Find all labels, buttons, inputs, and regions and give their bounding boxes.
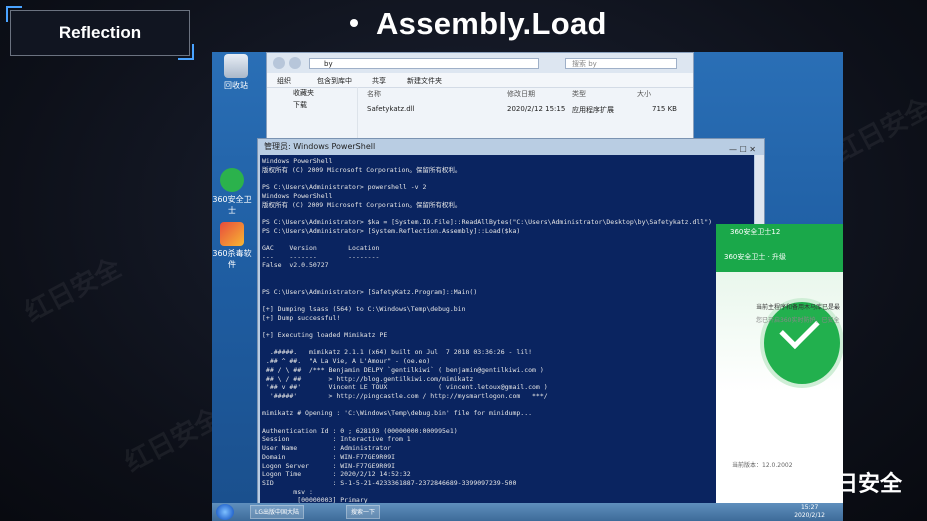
- slide-heading-text: Assembly.Load: [376, 6, 607, 41]
- slide-heading: Assembly.Load: [350, 6, 607, 42]
- desktop-icon-recycle-bin[interactable]: 回收站: [216, 54, 256, 91]
- windows-desktop: 回收站 360安全卫士 360杀毒软件 by 搜索 by 组织 包含到库中 共享…: [212, 52, 843, 521]
- file-date: 2020/2/12 15:15: [507, 105, 566, 113]
- file-row[interactable]: Safetykatz.dll 2020/2/12 15:15 应用程序扩展 71…: [357, 105, 693, 121]
- desktop-icon-360-av[interactable]: 360杀毒软件: [212, 222, 252, 270]
- console-line: 版权所有 (C) 2009 Microsoft Corporation。保留所有…: [262, 165, 462, 174]
- system-clock: 15:27 2020/2/12: [794, 504, 825, 520]
- nav-item-downloads[interactable]: 下载: [267, 99, 357, 111]
- 360-protect-line: 您已开启360实时防护，已安全: [756, 317, 840, 324]
- taskbar-item[interactable]: 搜索一下: [346, 505, 381, 519]
- toolbar-include-library[interactable]: 包含到库中: [317, 76, 352, 86]
- powershell-console[interactable]: Windows PowerShell 版权所有 (C) 2009 Microsof…: [260, 155, 754, 520]
- console-line: PS C:\Users\Administrator> [SafetyKatz.P…: [262, 287, 478, 296]
- file-size: 715 KB: [652, 105, 677, 113]
- console-line: '## v ##' Vincent LE TOUX ( vincent.leto…: [262, 383, 548, 392]
- console-line: msv :: [262, 487, 313, 496]
- desktop-icon-360-safe[interactable]: 360安全卫士: [212, 168, 252, 216]
- explorer-nav-pane: 收藏夹 下载: [267, 87, 358, 143]
- start-button[interactable]: [216, 504, 234, 520]
- console-line: [+] Dump successful!: [262, 313, 341, 322]
- powershell-title: 管理员: Windows PowerShell: [264, 142, 376, 151]
- taskbar-item[interactable]: LG出版中国大陆: [250, 505, 304, 519]
- file-list-header: 名称 修改日期 类型 大小: [357, 89, 693, 101]
- console-line: PS C:\Users\Administrator> powershell -v…: [262, 183, 427, 192]
- explorer-address-bar: by 搜索 by: [267, 53, 693, 73]
- desktop-icon-label: 360杀毒软件: [212, 249, 252, 269]
- console-line: Windows PowerShell: [262, 157, 333, 165]
- console-line: SID : S-1-5-21-4233361887-2372846689-339…: [262, 478, 517, 487]
- recycle-bin-icon: [224, 54, 248, 78]
- console-line: PS C:\Users\Administrator> $ka = [System…: [262, 217, 713, 226]
- console-line: Session : Interactive from 1: [262, 435, 411, 444]
- console-line: Windows PowerShell: [262, 191, 333, 200]
- explorer-toolbar: 组织 包含到库中 共享 新建文件夹: [267, 73, 693, 88]
- toolbar-new-folder[interactable]: 新建文件夹: [407, 76, 442, 86]
- taskbar: LG出版中国大陆 搜索一下 15:27 2020/2/12: [212, 503, 843, 521]
- console-line: [+] Dumping lsass (564) to C:\Windows\Te…: [262, 304, 466, 313]
- 360-av-icon: [220, 222, 244, 246]
- powershell-window: 管理员: Windows PowerShell — ☐ ✕ Windows Po…: [257, 138, 765, 521]
- column-date[interactable]: 修改日期: [507, 89, 535, 99]
- section-tag: Reflection: [6, 6, 194, 60]
- search-input[interactable]: 搜索 by: [565, 58, 677, 69]
- shield-check-icon: [760, 298, 843, 388]
- nav-item-favorites[interactable]: 收藏夹: [267, 87, 357, 99]
- brand-name: 红日安全: [814, 472, 903, 497]
- console-line: Logon Time : 2020/2/12 14:52:32: [262, 470, 411, 479]
- back-icon[interactable]: [273, 57, 285, 69]
- console-line: ## / \ ## /*** Benjamin DELPY `gentilkiw…: [262, 365, 544, 374]
- console-line: '#####' > http://pingcastle.com / http:/…: [262, 391, 548, 400]
- wechat-icon: [780, 472, 806, 492]
- 360-popup-title: 360安全卫士12: [730, 228, 781, 236]
- console-line: .#####. mimikatz 2.1.1 (x64) built on Ju…: [262, 348, 533, 357]
- console-line: ## \ / ## > http://blog.gentilkiwi.com/m…: [262, 374, 474, 383]
- desktop-icon-label: 360安全卫士: [212, 195, 252, 215]
- clock-time: 15:27: [800, 504, 819, 511]
- console-line: Domain : WIN-F77GE9R09I: [262, 452, 396, 461]
- powershell-titlebar: 管理员: Windows PowerShell — ☐ ✕: [258, 139, 764, 155]
- 360-safe-icon: [220, 168, 244, 192]
- console-line: Authentication Id : 0 ; 628193 (00000000…: [262, 426, 458, 435]
- console-line: GAC Version Location: [262, 244, 380, 252]
- 360-status-line: 当前主程序和备用木马库已是最: [756, 304, 841, 311]
- console-line: User Name : Administrator: [262, 444, 392, 453]
- toolbar-share[interactable]: 共享: [372, 76, 386, 86]
- column-type[interactable]: 类型: [572, 89, 586, 99]
- 360-popup-subtitle: 360安全卫士 · 升级: [724, 253, 787, 261]
- console-line: [+] Executing loaded Mimikatz PE: [262, 331, 388, 339]
- console-line: False v2.0.50727: [262, 261, 329, 270]
- desktop-icon-label: 回收站: [224, 81, 248, 90]
- file-type: 应用程序扩展: [572, 106, 614, 114]
- console-line: mimikatz # Opening : 'C:\Windows\Temp\de…: [262, 409, 533, 418]
- brand-logo: 红日安全: [780, 466, 902, 498]
- console-line: --- ------- --------: [262, 252, 380, 261]
- toolbar-organize[interactable]: 组织: [277, 76, 291, 86]
- clock-date: 2020/2/12: [794, 512, 825, 519]
- path-input[interactable]: by: [309, 58, 539, 69]
- bullet-icon: [350, 18, 358, 27]
- console-line: 版权所有 (C) 2009 Microsoft Corporation。保留所有…: [262, 200, 462, 209]
- console-line: Logon Server : WIN-F77GE9R09I: [262, 461, 396, 470]
- console-line: .## ^ ##. "A La Vie, A L'Amour" - (oe.eo…: [262, 357, 431, 366]
- forward-icon[interactable]: [289, 57, 301, 69]
- file-name: Safetykatz.dll: [367, 105, 415, 113]
- column-name[interactable]: 名称: [367, 89, 381, 99]
- 360-popup-header: 360安全卫士12 360安全卫士 · 升级: [716, 224, 843, 272]
- console-line: PS C:\Users\Administrator> [System.Refle…: [262, 226, 521, 235]
- column-size[interactable]: 大小: [637, 89, 651, 99]
- explorer-window: by 搜索 by 组织 包含到库中 共享 新建文件夹 收藏夹 下载 名称 修改日…: [266, 52, 694, 144]
